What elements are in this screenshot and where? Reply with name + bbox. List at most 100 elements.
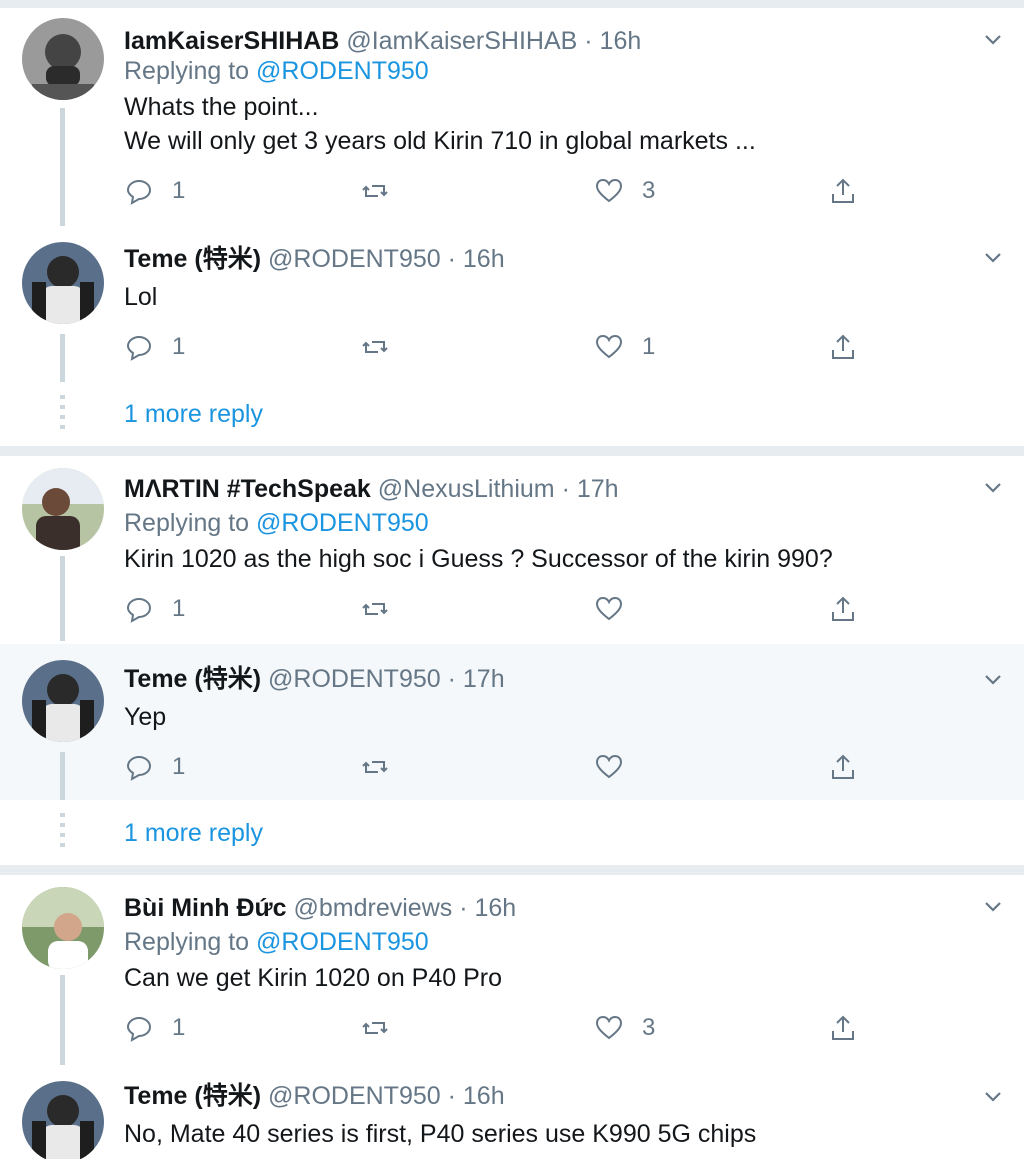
chevron-down-icon[interactable]: [982, 1085, 1004, 1107]
retweet-button[interactable]: [360, 750, 390, 784]
avatar[interactable]: [22, 18, 104, 100]
display-name[interactable]: Teme (特米): [124, 665, 261, 693]
user-handle[interactable]: @RODENT950: [268, 1082, 441, 1110]
reply-icon: [126, 335, 152, 361]
tweet-actions: 1 1: [124, 330, 884, 364]
tweet[interactable]: Teme (特米) @RODENT950 · 16h No, Mate 40 s…: [0, 1065, 1024, 1159]
tweet[interactable]: Teme (特米) @RODENT950 · 17h Yep 1: [0, 644, 1024, 800]
more-replies-link[interactable]: 1 more reply: [124, 818, 263, 848]
retweet-icon: [362, 761, 388, 773]
display-name[interactable]: MΛRTIN #TechSpeak: [124, 475, 371, 503]
thread-line: [60, 975, 65, 1065]
avatar[interactable]: [22, 1081, 104, 1159]
user-handle[interactable]: @bmdreviews: [294, 894, 453, 922]
retweet-button[interactable]: [360, 1011, 390, 1045]
like-button[interactable]: [594, 592, 642, 626]
reply-button[interactable]: 1: [124, 592, 185, 626]
user-handle[interactable]: @RODENT950: [268, 245, 441, 273]
display-name[interactable]: Teme (特米): [124, 1082, 261, 1110]
user-handle[interactable]: @IamKaiserSHIHAB: [346, 27, 577, 55]
reply-icon: [126, 597, 152, 623]
like-icon: [595, 334, 623, 359]
reply-count: 1: [172, 595, 186, 622]
tweet-header: Teme (特米) @RODENT950 · 16h: [124, 1081, 505, 1111]
timestamp[interactable]: · 17h: [448, 665, 505, 693]
tweet-text: Kirin 1020 as the high soc i Guess ? Suc…: [124, 545, 833, 573]
like-button[interactable]: 3: [594, 1011, 655, 1045]
share-icon: [832, 596, 854, 621]
timestamp[interactable]: · 16h: [584, 27, 641, 55]
chevron-down-icon[interactable]: [982, 28, 1004, 50]
like-button[interactable]: 3: [594, 174, 655, 208]
like-count: 1: [642, 333, 656, 360]
tweet-text: No, Mate 40 series is first, P40 series …: [124, 1120, 757, 1148]
tweet[interactable]: Teme (特米) @RODENT950 · 16h Lol 1 1: [0, 226, 1024, 382]
tweet[interactable]: MΛRTIN #TechSpeak @NexusLithium · 17h Re…: [0, 456, 1024, 641]
tweet-header: Bùi Minh Đức @bmdreviews · 16h: [124, 893, 516, 923]
thread-line: [60, 752, 65, 800]
chevron-down-icon[interactable]: [982, 668, 1004, 690]
chevron-down-icon[interactable]: [982, 246, 1004, 268]
share-button[interactable]: [828, 592, 858, 626]
share-icon: [832, 334, 854, 359]
mention-link[interactable]: @RODENT950: [256, 509, 429, 537]
retweet-icon: [362, 185, 388, 197]
share-button[interactable]: [828, 174, 858, 208]
timestamp[interactable]: · 16h: [459, 894, 516, 922]
reply-button[interactable]: 1: [124, 750, 185, 784]
chevron-down-icon[interactable]: [982, 895, 1004, 917]
tweet-header: MΛRTIN #TechSpeak @NexusLithium · 17h: [124, 474, 619, 504]
reply-count: 1: [172, 753, 186, 780]
retweet-icon: [362, 603, 388, 615]
tweet-header: IamKaiserSHIHAB @IamKaiserSHIHAB · 16h: [124, 26, 641, 56]
display-name[interactable]: Bùi Minh Đức: [124, 894, 287, 922]
avatar[interactable]: [22, 242, 104, 324]
display-name[interactable]: Teme (特米): [124, 245, 261, 273]
display-name[interactable]: IamKaiserSHIHAB: [124, 27, 339, 55]
reply-count: 1: [172, 333, 186, 360]
reply-button[interactable]: 1: [124, 1011, 185, 1045]
reply-button[interactable]: 1: [124, 174, 185, 208]
reply-button[interactable]: 1: [124, 330, 185, 364]
tweet-header: Teme (特米) @RODENT950 · 17h: [124, 664, 505, 694]
reply-icon: [126, 755, 152, 781]
reply-icon: [126, 179, 152, 205]
like-button[interactable]: 1: [594, 330, 655, 364]
share-button[interactable]: [828, 330, 858, 364]
thread-separator: [0, 865, 1024, 875]
like-icon: [595, 1015, 623, 1040]
replying-prefix: Replying to: [124, 509, 250, 537]
chevron-down-icon[interactable]: [982, 476, 1004, 498]
avatar[interactable]: [22, 468, 104, 550]
timestamp[interactable]: · 17h: [562, 475, 619, 503]
mention-link[interactable]: @RODENT950: [256, 928, 429, 956]
like-count: 3: [642, 1014, 656, 1041]
thread-line: [60, 334, 65, 382]
share-button[interactable]: [828, 1011, 858, 1045]
tweet-text: Whats the point...: [124, 93, 319, 121]
avatar[interactable]: [22, 887, 104, 969]
timestamp[interactable]: · 16h: [448, 245, 505, 273]
replying-to: Replying to @RODENT950: [124, 56, 429, 86]
tweet[interactable]: IamKaiserSHIHAB @IamKaiserSHIHAB · 16h R…: [0, 8, 1024, 226]
replying-prefix: Replying to: [124, 928, 250, 956]
retweet-button[interactable]: [360, 330, 390, 364]
mention-link[interactable]: @RODENT950: [256, 57, 429, 85]
reply-count: 1: [172, 1014, 186, 1041]
like-count: 3: [642, 177, 656, 204]
thread-separator: [0, 446, 1024, 456]
share-icon: [832, 178, 854, 203]
like-button[interactable]: [594, 750, 642, 784]
replying-to: Replying to @RODENT950: [124, 927, 429, 957]
thread-dots: [60, 395, 65, 435]
avatar[interactable]: [22, 660, 104, 742]
share-button[interactable]: [828, 750, 858, 784]
user-handle[interactable]: @NexusLithium: [378, 475, 555, 503]
user-handle[interactable]: @RODENT950: [268, 665, 441, 693]
more-replies-link[interactable]: 1 more reply: [124, 399, 263, 429]
retweet-button[interactable]: [360, 174, 390, 208]
tweet[interactable]: Bùi Minh Đức @bmdreviews · 16h Replying …: [0, 875, 1024, 1065]
timestamp[interactable]: · 16h: [448, 1082, 505, 1110]
tweet-actions: 1: [124, 592, 884, 626]
retweet-button[interactable]: [360, 592, 390, 626]
